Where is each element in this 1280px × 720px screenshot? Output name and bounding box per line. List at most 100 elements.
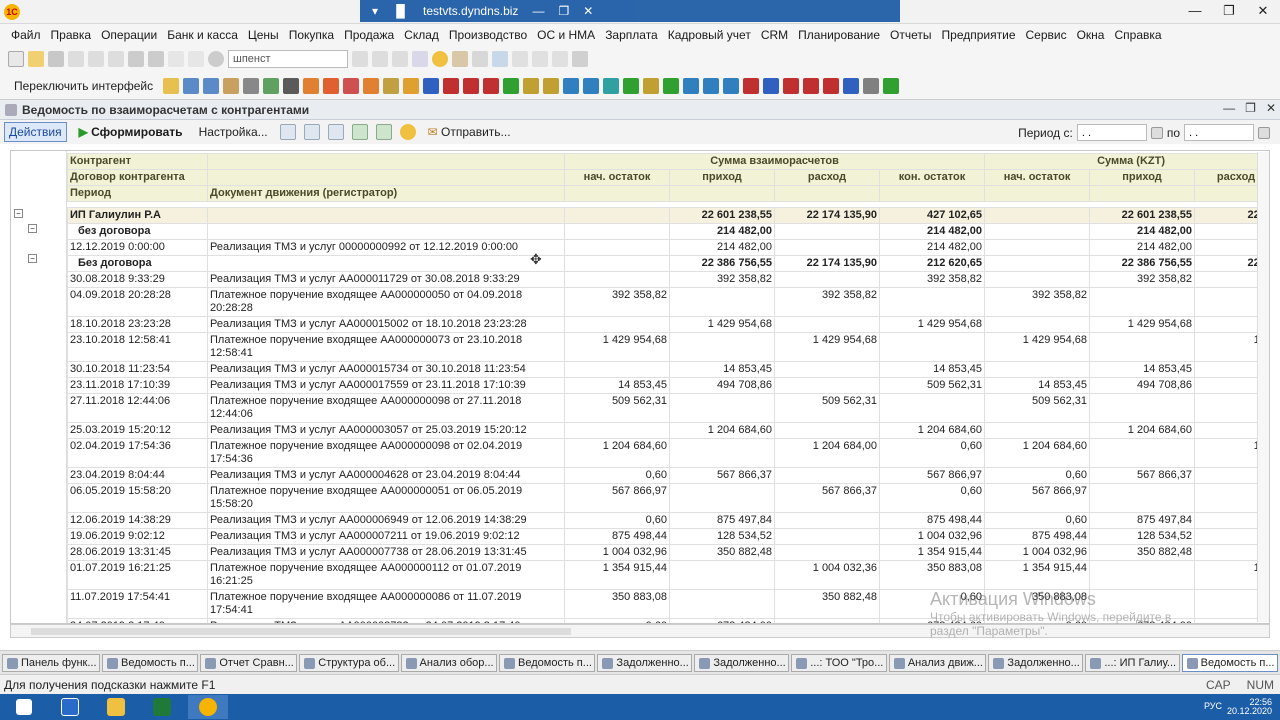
window-tab[interactable]: Ведомость п... bbox=[102, 654, 199, 672]
document-cell[interactable]: Реализация ТМЗ и услуг АА000007211 от 19… bbox=[207, 528, 565, 545]
rdp-close-icon[interactable]: ✕ bbox=[583, 4, 593, 18]
document-cell[interactable]: Платежное поручение входящее АА000000050… bbox=[207, 287, 565, 317]
menu-item[interactable]: Банк и касса bbox=[162, 28, 243, 42]
memory-minus-icon[interactable] bbox=[552, 51, 568, 67]
menu-item[interactable]: Склад bbox=[399, 28, 444, 42]
document-cell[interactable]: Платежное поручение входящее АА000000086… bbox=[207, 589, 565, 619]
taskbar-explorer[interactable] bbox=[96, 695, 136, 719]
doc3-icon[interactable] bbox=[343, 77, 360, 94]
window-tab[interactable]: Задолженно... bbox=[694, 654, 790, 672]
language-indicator[interactable]: РУС bbox=[1204, 702, 1222, 711]
find-next-icon[interactable] bbox=[372, 51, 388, 67]
menu-item[interactable]: ОС и НМА bbox=[532, 28, 600, 42]
printer-icon[interactable] bbox=[243, 77, 260, 94]
table-row[interactable]: 23.10.2018 12:58:41 Платежное поручение в… bbox=[67, 332, 1269, 362]
window-tab[interactable]: Структура об... bbox=[299, 654, 399, 672]
report-settings-icon[interactable] bbox=[279, 124, 296, 140]
scroll-thumb[interactable] bbox=[31, 628, 571, 635]
op19-icon[interactable] bbox=[783, 77, 800, 94]
window-tab[interactable]: Ведомость п... bbox=[1181, 654, 1278, 672]
memory-m-icon[interactable] bbox=[512, 51, 528, 67]
document-cell[interactable] bbox=[207, 255, 565, 272]
doc-minimize-icon[interactable]: — bbox=[1223, 101, 1235, 115]
op18-icon[interactable] bbox=[763, 77, 780, 94]
window-tab[interactable]: Отчет Сравн... bbox=[200, 654, 298, 672]
table-row[interactable]: 12.06.2019 14:38:29 Реализация ТМЗ и услу… bbox=[67, 512, 1269, 529]
tools-icon[interactable] bbox=[572, 51, 588, 67]
group-row[interactable]: ИП Галиулин Р.А 22 601 238,55 22 174 135,9… bbox=[67, 207, 1269, 224]
calculator-icon[interactable] bbox=[452, 51, 468, 67]
document-cell[interactable]: Реализация ТМЗ и услуг АА000003057 от 25… bbox=[207, 422, 565, 439]
windows-icon[interactable] bbox=[412, 51, 428, 67]
op6-icon[interactable] bbox=[523, 77, 540, 94]
doc6-icon[interactable] bbox=[403, 77, 420, 94]
open-icon[interactable] bbox=[28, 51, 44, 67]
catalog-icon[interactable] bbox=[183, 77, 200, 94]
pin-icon[interactable]: ▾ bbox=[372, 4, 378, 18]
folder-icon[interactable] bbox=[163, 77, 180, 94]
find-prev-icon[interactable] bbox=[392, 51, 408, 67]
op15-icon[interactable] bbox=[703, 77, 720, 94]
op20-icon[interactable] bbox=[803, 77, 820, 94]
op12-icon[interactable] bbox=[643, 77, 660, 94]
window-tab[interactable]: Задолженно... bbox=[597, 654, 693, 672]
menu-item[interactable]: CRM bbox=[756, 28, 793, 42]
copy-icon[interactable] bbox=[88, 51, 104, 67]
document-cell[interactable]: Реализация ТМЗ и услуг 00000000992 от 12… bbox=[207, 239, 565, 256]
collapse-group-icon[interactable]: − bbox=[14, 209, 23, 218]
taskbar-1c[interactable] bbox=[188, 695, 228, 719]
document-cell[interactable]: Платежное поручение входящее АА000000112… bbox=[207, 560, 565, 590]
generate-button[interactable]: ▶ Сформировать bbox=[75, 123, 187, 141]
document-cell[interactable]: Платежное поручение входящее АА000000098… bbox=[207, 438, 565, 468]
op3-icon[interactable] bbox=[463, 77, 480, 94]
maximize-button[interactable]: ❐ bbox=[1212, 0, 1246, 22]
calendar-icon[interactable] bbox=[472, 51, 488, 67]
cut-icon[interactable] bbox=[68, 51, 84, 67]
menu-item[interactable]: Покупка bbox=[284, 28, 339, 42]
users-icon[interactable] bbox=[492, 51, 508, 67]
rdp-connection-bar[interactable]: ▾ ▐▌ testvts.dyndns.biz — ❐ ✕ bbox=[360, 0, 900, 22]
table-row[interactable]: 27.11.2018 12:44:06 Платежное поручение в… bbox=[67, 393, 1269, 423]
window-tab[interactable]: Анализ движ... bbox=[888, 654, 987, 672]
clear-search-icon[interactable] bbox=[352, 51, 368, 67]
op5-icon[interactable] bbox=[503, 77, 520, 94]
table-row[interactable]: 30.08.2018 9:33:29 Реализация ТМЗ и услуг… bbox=[67, 271, 1269, 288]
document-cell[interactable]: Реализация ТМЗ и услуг АА000007738 от 28… bbox=[207, 544, 565, 561]
catalog2-icon[interactable] bbox=[203, 77, 220, 94]
table-row[interactable]: 25.03.2019 15:20:12 Реализация ТМЗ и услу… bbox=[67, 422, 1269, 439]
menu-item[interactable]: Справка bbox=[1109, 28, 1166, 42]
preview-icon[interactable] bbox=[148, 51, 164, 67]
table-row[interactable]: 06.05.2019 15:58:20 Платежное поручение в… bbox=[67, 483, 1269, 513]
doc5-icon[interactable] bbox=[383, 77, 400, 94]
table-row[interactable]: 02.04.2019 17:54:36 Платежное поручение в… bbox=[67, 438, 1269, 468]
window-tab[interactable]: ...: ИП Галиу... bbox=[1085, 654, 1180, 672]
period-from-input[interactable] bbox=[1076, 124, 1147, 141]
op7-icon[interactable] bbox=[543, 77, 560, 94]
op9-icon[interactable] bbox=[583, 77, 600, 94]
op4-icon[interactable] bbox=[483, 77, 500, 94]
op16-icon[interactable] bbox=[723, 77, 740, 94]
window-tab[interactable]: Панель функ... bbox=[2, 654, 100, 672]
menu-item[interactable]: Кадровый учет bbox=[663, 28, 756, 42]
op23-icon[interactable] bbox=[863, 77, 880, 94]
rdp-minimize-icon[interactable]: — bbox=[532, 4, 544, 18]
actions-menu-button[interactable]: Действия bbox=[4, 122, 67, 142]
table-row[interactable]: 12.12.2019 0:00:00 Реализация ТМЗ и услуг… bbox=[67, 239, 1269, 256]
doc2-icon[interactable] bbox=[323, 77, 340, 94]
close-button[interactable]: ✕ bbox=[1246, 0, 1280, 22]
op24-icon[interactable] bbox=[883, 77, 900, 94]
taskbar-powershell[interactable] bbox=[50, 695, 90, 719]
op10-icon[interactable] bbox=[603, 77, 620, 94]
menu-item[interactable]: Окна bbox=[1072, 28, 1110, 42]
calendar-from-icon[interactable] bbox=[1150, 126, 1163, 139]
table-view-icon[interactable] bbox=[327, 124, 344, 140]
undo-icon[interactable] bbox=[168, 51, 184, 67]
window-tab[interactable]: Задолженно... bbox=[988, 654, 1084, 672]
minimize-button[interactable]: — bbox=[1178, 0, 1212, 22]
new-icon[interactable] bbox=[8, 51, 24, 67]
vertical-scrollbar[interactable] bbox=[1257, 152, 1269, 622]
collapse-icon[interactable] bbox=[375, 124, 392, 140]
window-tab[interactable]: ...: ТОО "Тро... bbox=[791, 654, 887, 672]
table-row[interactable]: 18.10.2018 23:23:28 Реализация ТМЗ и услу… bbox=[67, 316, 1269, 333]
window-tab[interactable]: Ведомость п... bbox=[499, 654, 596, 672]
